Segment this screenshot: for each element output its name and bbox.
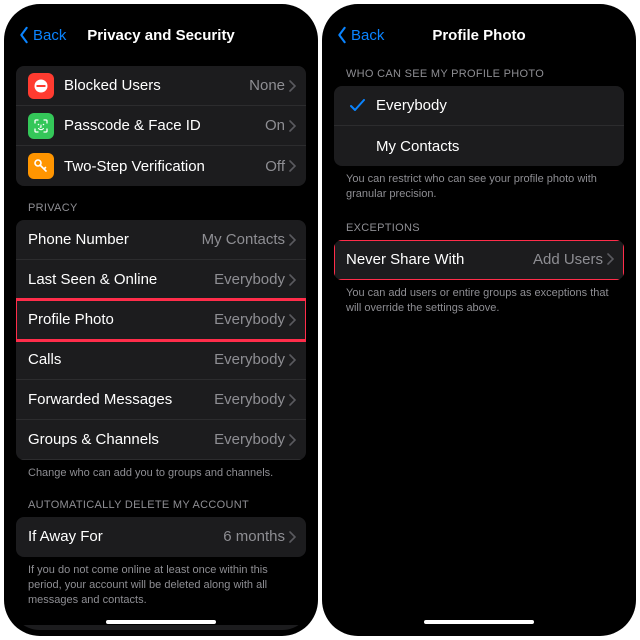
row-if-away-for[interactable]: If Away For 6 months — [16, 517, 306, 557]
chevron-right-icon — [289, 531, 296, 543]
row-value: My Contacts — [202, 231, 285, 248]
row-profile-photo[interactable]: Profile PhotoEverybody — [16, 300, 306, 340]
phone-right: Back Profile Photo WHO CAN SEE MY PROFIL… — [322, 4, 636, 636]
nav-bar: Back Privacy and Security — [10, 10, 312, 50]
home-indicator[interactable] — [424, 620, 534, 624]
row-label: Passcode & Face ID — [64, 117, 265, 134]
footer-privacy: Change who can add you to groups and cha… — [16, 460, 306, 481]
chevron-right-icon — [289, 314, 296, 326]
row-value: None — [249, 77, 285, 94]
option-my-contacts[interactable]: My Contacts — [334, 126, 624, 166]
section-autodelete: If Away For 6 months — [16, 517, 306, 557]
row-label: Last Seen & Online — [28, 271, 214, 288]
section-title-whocansee: WHO CAN SEE MY PROFILE PHOTO — [334, 68, 624, 86]
row-last-seen-online[interactable]: Last Seen & OnlineEverybody — [16, 260, 306, 300]
checkmark-icon — [346, 99, 368, 112]
row-never-share-with[interactable]: Never Share With Add Users — [334, 240, 624, 280]
row-value: Everybody — [214, 311, 285, 328]
chevron-right-icon — [289, 80, 296, 92]
option-label: Everybody — [376, 97, 614, 114]
chevron-right-icon — [289, 274, 296, 286]
row-value: 6 months — [223, 528, 285, 545]
row-value: Everybody — [214, 391, 285, 408]
section-data: Data Settings — [16, 625, 306, 630]
row-label: Two-Step Verification — [64, 158, 265, 175]
page-title: Privacy and Security — [87, 27, 235, 44]
back-button[interactable]: Back — [336, 26, 384, 44]
row-label: Blocked Users — [64, 77, 249, 94]
row-data-settings[interactable]: Data Settings — [16, 625, 306, 630]
back-label: Back — [33, 27, 66, 44]
section-title-autodelete: AUTOMATICALLY DELETE MY ACCOUNT — [16, 499, 306, 517]
row-calls[interactable]: CallsEverybody — [16, 340, 306, 380]
row-label: Profile Photo — [28, 311, 214, 328]
faceid-icon — [28, 113, 54, 139]
row-value: On — [265, 117, 285, 134]
section-title-exceptions: EXCEPTIONS — [334, 222, 624, 240]
option-label: My Contacts — [376, 138, 614, 155]
page-title: Profile Photo — [432, 27, 525, 44]
section-privacy: Phone NumberMy ContactsLast Seen & Onlin… — [16, 220, 306, 460]
chevron-right-icon — [289, 394, 296, 406]
row-two-step-verification[interactable]: Two-Step VerificationOff — [16, 146, 306, 186]
back-label: Back — [351, 27, 384, 44]
option-everybody[interactable]: Everybody — [334, 86, 624, 126]
section-title-privacy: PRIVACY — [16, 202, 306, 220]
chevron-right-icon — [289, 354, 296, 366]
row-label: Calls — [28, 351, 214, 368]
chevron-right-icon — [289, 120, 296, 132]
back-button[interactable]: Back — [18, 26, 66, 44]
phone-left: Back Privacy and Security Blocked UsersN… — [4, 4, 318, 636]
row-label: Never Share With — [346, 251, 533, 268]
block-icon — [28, 73, 54, 99]
row-label: Forwarded Messages — [28, 391, 214, 408]
row-value: Add Users — [533, 251, 603, 268]
footer-exceptions: You can add users or entire groups as ex… — [334, 280, 624, 316]
row-value: Everybody — [214, 351, 285, 368]
chevron-right-icon — [289, 434, 296, 446]
nav-bar: Back Profile Photo — [328, 10, 630, 50]
section-whocansee: Everybody My Contacts — [334, 86, 624, 166]
row-value: Everybody — [214, 431, 285, 448]
section-security: Blocked UsersNonePasscode & Face IDOnTwo… — [16, 66, 306, 186]
chevron-right-icon — [607, 253, 614, 265]
row-forwarded-messages[interactable]: Forwarded MessagesEverybody — [16, 380, 306, 420]
row-groups-channels[interactable]: Groups & ChannelsEverybody — [16, 420, 306, 460]
home-indicator[interactable] — [106, 620, 216, 624]
chevron-left-icon — [18, 26, 30, 44]
row-label: If Away For — [28, 528, 223, 545]
row-label: Phone Number — [28, 231, 202, 248]
row-value: Everybody — [214, 271, 285, 288]
chevron-right-icon — [289, 234, 296, 246]
chevron-right-icon — [289, 160, 296, 172]
row-passcode-face-id[interactable]: Passcode & Face IDOn — [16, 106, 306, 146]
chevron-left-icon — [336, 26, 348, 44]
row-phone-number[interactable]: Phone NumberMy Contacts — [16, 220, 306, 260]
key-icon — [28, 153, 54, 179]
row-label: Groups & Channels — [28, 431, 214, 448]
footer-whocansee: You can restrict who can see your profil… — [334, 166, 624, 202]
section-exceptions: Never Share With Add Users — [334, 240, 624, 280]
row-blocked-users[interactable]: Blocked UsersNone — [16, 66, 306, 106]
row-value: Off — [265, 158, 285, 175]
footer-autodelete: If you do not come online at least once … — [16, 557, 306, 608]
